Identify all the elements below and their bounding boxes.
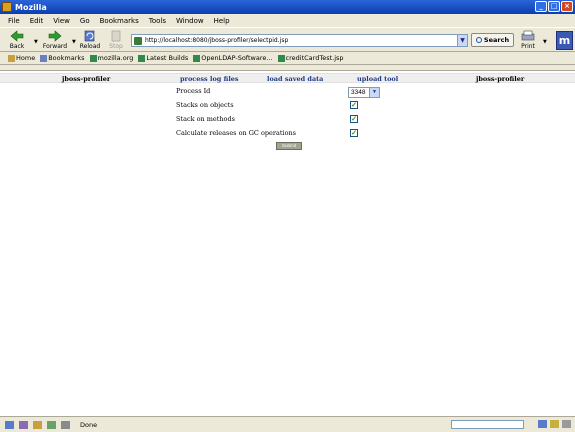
- forward-dropdown-icon[interactable]: ▼: [72, 39, 76, 45]
- page-content: jboss-profiler process log files load sa…: [0, 71, 575, 416]
- bookmark-bookmarks-label: Bookmarks: [48, 54, 85, 62]
- page-icon: [134, 36, 142, 45]
- stacks-on-methods-checkbox[interactable]: ✓: [350, 115, 358, 123]
- progress-bar: [451, 420, 524, 429]
- gc-releases-checkbox[interactable]: ✓: [350, 129, 358, 137]
- gc-releases-label: Calculate releases on GC operations: [176, 129, 296, 137]
- bookmark-mozilla-org[interactable]: mozilla.org: [89, 54, 134, 62]
- profiler-nav-row: jboss-profiler process log files load sa…: [0, 73, 575, 83]
- bookmark-home-label: Home: [16, 54, 36, 62]
- reload-label: Reload: [79, 43, 101, 50]
- online-status-icon[interactable]: [562, 420, 571, 428]
- nav-link-upload-tool[interactable]: upload tool: [357, 75, 398, 83]
- menu-go[interactable]: Go: [80, 17, 90, 25]
- stacks-on-methods-row: Stack on methods: [176, 115, 235, 127]
- stacks-on-objects-row: Stacks on objects: [176, 101, 234, 113]
- navigator-icon[interactable]: [5, 420, 14, 429]
- nav-link-load-saved-data[interactable]: load saved data: [267, 75, 323, 83]
- process-id-row: Process Id: [176, 87, 210, 99]
- nav-left-title: jboss-profiler: [62, 75, 111, 83]
- search-button[interactable]: Search: [471, 33, 514, 47]
- url-bar[interactable]: http://localhost:8080/jboss-profiler/sel…: [131, 34, 468, 47]
- menu-bookmarks[interactable]: Bookmarks: [100, 17, 139, 25]
- bookmark-link-icon: [138, 54, 146, 62]
- nav-link-process-log-files[interactable]: process log files: [180, 75, 239, 83]
- process-id-select[interactable]: 3348 ▼: [348, 87, 380, 98]
- window-title: Mozilla: [15, 2, 47, 12]
- gc-releases-row: Calculate releases on GC operations: [176, 129, 296, 141]
- forward-label: Forward: [42, 43, 68, 50]
- home-icon: [8, 54, 15, 62]
- bookmark-openldap[interactable]: OpenLDAP-Software...: [193, 54, 273, 62]
- print-button[interactable]: Print: [517, 30, 539, 50]
- chat-icon[interactable]: [61, 420, 70, 429]
- menu-window[interactable]: Window: [176, 17, 204, 25]
- back-dropdown-icon[interactable]: ▼: [34, 39, 38, 45]
- bookmark-creditcardtest[interactable]: creditCardTest.jsp: [277, 54, 344, 62]
- reload-button[interactable]: Reload: [79, 30, 101, 50]
- menu-help[interactable]: Help: [214, 17, 230, 25]
- bookmark-latest-builds-label: Latest Builds: [146, 54, 189, 62]
- forward-button[interactable]: Forward: [42, 30, 68, 50]
- back-button[interactable]: Back: [6, 30, 28, 50]
- stacks-on-methods-label: Stack on methods: [176, 115, 235, 123]
- bookmark-home[interactable]: Home: [8, 54, 35, 62]
- bookmark-creditcardtest-label: creditCardTest.jsp: [285, 54, 344, 62]
- print-dropdown-icon[interactable]: ▼: [543, 39, 547, 45]
- address-book-icon[interactable]: [47, 420, 56, 429]
- search-label: Search: [483, 36, 510, 44]
- bookmark-link-icon: [277, 54, 285, 62]
- bookmark-mozilla-org-label: mozilla.org: [97, 54, 134, 62]
- submit-button[interactable]: Submit: [276, 142, 302, 150]
- bookmarks-icon: [40, 54, 48, 62]
- navigation-toolbar: Back ▼ Forward ▼ Reload Stop http://loca…: [0, 27, 575, 52]
- chevron-down-icon[interactable]: ▼: [369, 88, 379, 97]
- stacks-on-objects-label: Stacks on objects: [176, 101, 234, 109]
- menu-tools[interactable]: Tools: [149, 17, 166, 25]
- close-button[interactable]: ×: [561, 1, 573, 12]
- bookmark-openldap-label: OpenLDAP-Software...: [201, 54, 273, 62]
- composer-icon[interactable]: [33, 420, 42, 429]
- bookmark-link-icon: [89, 54, 97, 62]
- bookmark-bookmarks[interactable]: Bookmarks: [40, 54, 85, 62]
- connection-icon: [538, 420, 547, 428]
- status-text: Done: [80, 420, 98, 429]
- personal-toolbar: Home Bookmarks mozilla.org Latest Builds…: [0, 52, 575, 65]
- security-lock-icon[interactable]: [550, 420, 559, 428]
- window-titlebar: Mozilla _ □ ×: [0, 0, 575, 14]
- maximize-button[interactable]: □: [548, 1, 560, 12]
- search-icon: [475, 37, 482, 43]
- mozilla-logo[interactable]: m: [556, 31, 573, 50]
- forward-arrow-icon: [48, 30, 62, 42]
- menu-view[interactable]: View: [53, 17, 70, 25]
- url-text[interactable]: http://localhost:8080/jboss-profiler/sel…: [145, 37, 457, 44]
- mozilla-app-icon: [2, 2, 12, 12]
- mail-icon[interactable]: [19, 420, 28, 429]
- process-id-label: Process Id: [176, 87, 211, 95]
- bookmark-latest-builds[interactable]: Latest Builds: [138, 54, 188, 62]
- menu-edit[interactable]: Edit: [30, 17, 44, 25]
- minimize-button[interactable]: _: [535, 1, 547, 12]
- reload-icon: [84, 30, 95, 42]
- status-bar: Done: [0, 416, 575, 432]
- menu-file[interactable]: File: [8, 17, 20, 25]
- url-dropdown-icon[interactable]: ▼: [457, 35, 467, 46]
- menu-bar: File Edit View Go Bookmarks Tools Window…: [0, 14, 575, 27]
- stop-button[interactable]: Stop: [105, 30, 127, 50]
- back-arrow-icon: [10, 30, 24, 42]
- process-id-value: 3348: [351, 89, 366, 96]
- stop-icon: [111, 30, 121, 42]
- nav-right-title: jboss-profiler: [476, 75, 525, 83]
- bookmark-link-icon: [193, 54, 201, 62]
- printer-icon: [521, 30, 535, 41]
- back-label: Back: [9, 43, 25, 50]
- print-label: Print: [521, 43, 535, 50]
- stacks-on-objects-checkbox[interactable]: ✓: [350, 101, 358, 109]
- stop-label: Stop: [109, 43, 123, 50]
